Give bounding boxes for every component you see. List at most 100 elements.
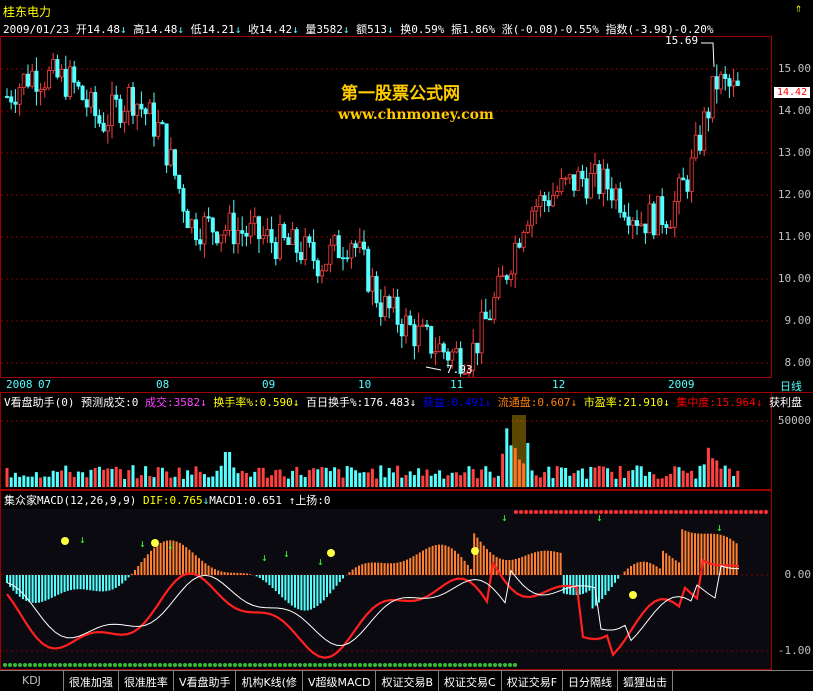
candle-body — [581, 171, 584, 178]
macd-histogram-bar — [384, 563, 386, 575]
macd-histogram-bar — [80, 575, 82, 589]
candle-body — [673, 201, 676, 227]
macd-histogram-bar — [118, 575, 120, 586]
volume-bar — [501, 454, 504, 487]
macd-histogram-bar — [208, 566, 210, 575]
macd-histogram-bar — [707, 534, 709, 575]
volume-bar — [161, 468, 164, 487]
volume-bar — [174, 477, 177, 487]
volume-highlight — [512, 415, 526, 487]
macd-chart: ↓↓↓↓↓↓↓↓↓ — [1, 491, 771, 669]
volume-bar — [123, 479, 126, 487]
candle-body — [690, 158, 693, 191]
tab-vkpzs[interactable]: V看盘助手 — [174, 671, 237, 691]
signal-dot — [654, 510, 658, 514]
signal-dot — [754, 510, 758, 514]
candle-body — [274, 242, 277, 258]
volume-bar — [476, 478, 479, 487]
macd-histogram-bar — [281, 575, 283, 597]
volume-bar — [711, 458, 714, 487]
arrow-down-icon: ↓ — [283, 547, 290, 560]
candle-body — [606, 169, 609, 189]
macd-histogram-bar — [32, 575, 34, 603]
volume-bar — [690, 471, 693, 487]
signal-dot — [498, 663, 502, 667]
candle-body — [241, 231, 244, 234]
candle-body — [577, 171, 580, 190]
tab-hzsl[interactable]: 很准胜率 — [119, 671, 174, 691]
macd-histogram-bar — [195, 555, 197, 575]
signal-dot — [308, 663, 312, 667]
volume-bar — [203, 474, 206, 487]
tab-vcjmacd[interactable]: V超级MACD — [303, 671, 377, 691]
macd-histogram-bar — [460, 557, 462, 575]
tab-jgkx[interactable]: 机构K线(修 — [236, 671, 303, 691]
tab-qzjyb[interactable]: 权证交易B — [376, 671, 439, 691]
candle-body — [173, 150, 176, 176]
volume-bar — [682, 471, 685, 487]
volume-bar — [421, 476, 424, 487]
macd-histogram-bar — [284, 575, 286, 600]
quote-high: 高14.48 — [133, 23, 177, 36]
volume-bar — [199, 472, 202, 487]
volume-bar — [451, 473, 454, 487]
signal-dot — [524, 510, 528, 514]
tab-qzjyf[interactable]: 权证交易F — [502, 671, 563, 691]
macd-histogram-bar — [438, 545, 440, 575]
macd-histogram-bar — [192, 552, 194, 575]
volume-bar — [35, 472, 38, 487]
price-tick: 9.00 — [785, 314, 812, 327]
volume-bar — [699, 466, 702, 487]
tab-hlcj[interactable]: 狐狸出击 — [618, 671, 673, 691]
signal-dot — [163, 663, 167, 667]
signal-dot — [123, 663, 127, 667]
signal-dot — [348, 663, 352, 667]
candle-body — [434, 352, 437, 354]
macd-histogram-bar — [336, 575, 338, 586]
macd-histogram-bar — [124, 575, 126, 581]
signal-dot — [208, 663, 212, 667]
signal-dot — [759, 510, 763, 514]
macd-panel[interactable]: ↓↓↓↓↓↓↓↓↓ 集众家MACD(12,26,9,9) DIF:0.765↓M… — [0, 490, 772, 670]
macd-histogram-bar — [697, 533, 699, 575]
volume-panel[interactable]: V看盘助手(0) 预测成交:0 成交:3582↓ 换手率%:0.590↓ 百日换… — [0, 392, 772, 490]
macd-histogram-bar — [198, 558, 200, 575]
volume-bar — [547, 467, 550, 487]
signal-dot — [574, 510, 578, 514]
candle-body — [724, 74, 727, 78]
candle-body — [207, 217, 210, 218]
kline-panel[interactable]: 第一股票公式网 www.chnmoney.com 15.69 7.93 — [0, 36, 772, 378]
volume-bar — [728, 469, 731, 487]
macd-histogram-bar — [643, 562, 645, 575]
quote-turnover: 换0.59% — [400, 23, 444, 36]
candle-body — [266, 230, 269, 236]
signal-dot — [88, 663, 92, 667]
tab-kdj[interactable]: KDJ — [0, 671, 64, 691]
signal-dot — [38, 663, 42, 667]
volume-bar — [337, 469, 340, 487]
macd-histogram-bar — [214, 569, 216, 575]
macd-histogram-bar — [86, 575, 88, 590]
macd-histogram-bar — [547, 551, 549, 575]
tab-qzjyc[interactable]: 权证交易C — [439, 671, 502, 691]
signal-dot — [709, 510, 713, 514]
candle-body — [379, 303, 382, 317]
macd-header: 集众家MACD(12,26,9,9) DIF:0.765↓MACD1:0.651… — [4, 492, 331, 508]
macd-histogram-bar — [505, 560, 507, 575]
candle-body — [127, 87, 130, 111]
volume-bar — [94, 468, 97, 487]
candle-body — [316, 261, 319, 276]
candle-body — [698, 135, 701, 150]
volume-bar — [77, 472, 80, 487]
candle-body — [547, 201, 550, 206]
tab-rfgx[interactable]: 日分隔线 — [563, 671, 618, 691]
signal-dot — [468, 663, 472, 667]
scroll-up-icon[interactable]: ⇑ — [795, 1, 802, 15]
signal-dot — [458, 663, 462, 667]
candle-body — [262, 236, 265, 239]
candle-body — [358, 242, 361, 248]
macd-histogram-bar — [611, 575, 613, 587]
volume-header-title: V看盘助手(0) 预测成交:0 — [4, 396, 138, 409]
signal-dot — [78, 663, 82, 667]
tab-hzjq[interactable]: 很准加强 — [64, 671, 119, 691]
